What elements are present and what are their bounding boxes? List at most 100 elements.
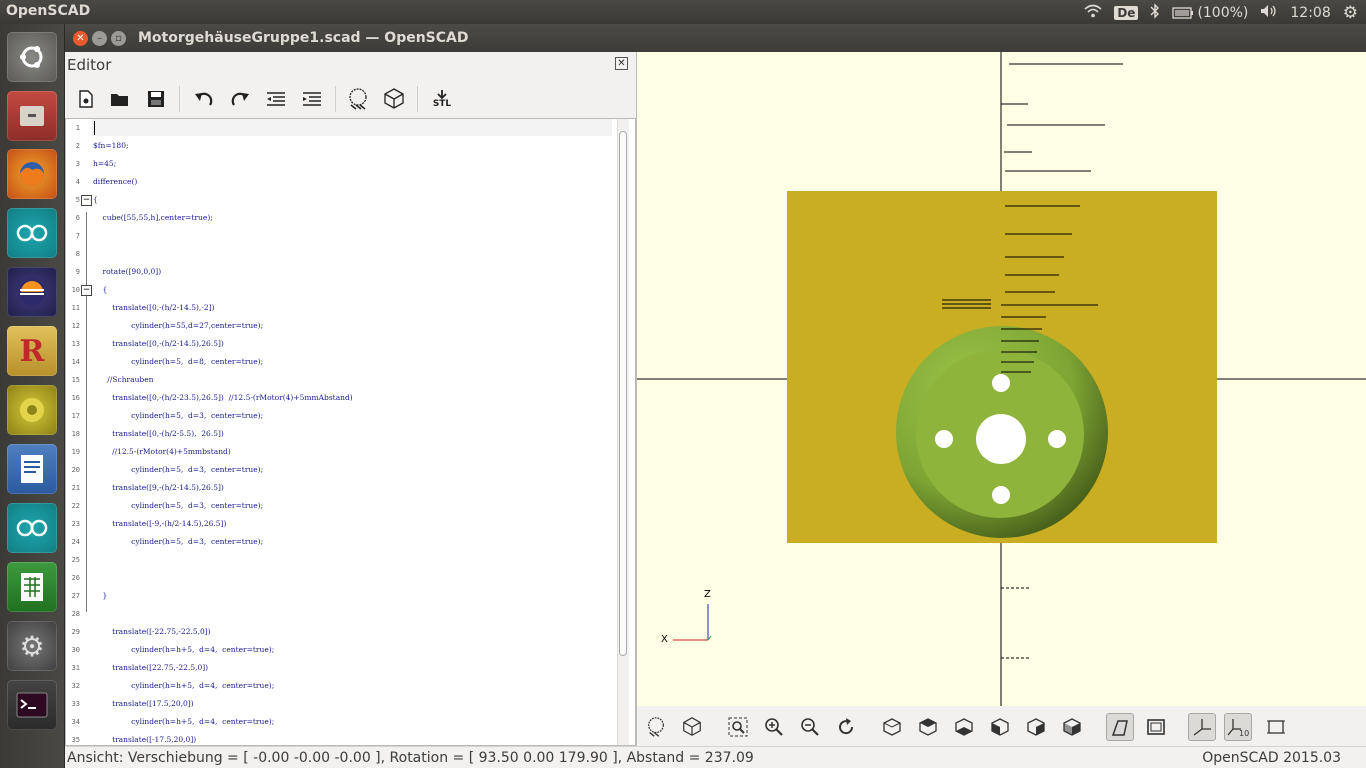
libreoffice-calc-icon[interactable] [7,562,57,612]
code-line: difference() [93,177,138,186]
code-line: //12.5-(rMotor(4)+5mmbstand) [93,447,231,456]
libreoffice-writer-icon[interactable] [7,444,57,494]
center-bore-hole [976,414,1026,464]
clock[interactable]: 12:08 [1290,5,1330,21]
show-scale-markers-icon[interactable]: 10 [1224,713,1252,741]
fold-toggle-line-10[interactable]: − [81,285,92,296]
line-number: 32 [71,682,80,690]
view-back-icon[interactable] [1058,713,1086,741]
keyboard-layout-indicator[interactable]: De [1114,6,1139,20]
view-all-icon[interactable] [724,713,752,741]
r-blocks-icon[interactable]: R [7,326,57,376]
battery-indicator[interactable]: (100%) [1172,5,1248,21]
code-line: cylinder(h=5, d=8, center=true); [93,357,264,366]
firefox-icon[interactable] [7,149,57,199]
render-icon[interactable] [381,86,407,112]
eclipse-icon[interactable] [7,267,57,317]
view-left-icon[interactable] [986,713,1014,741]
view-bottom-icon[interactable] [950,713,978,741]
show-edges-icon[interactable] [1262,713,1290,741]
zoom-in-icon[interactable] [760,713,788,741]
settings-gear-icon[interactable]: ⚙ [1343,3,1358,23]
line-number: 15 [71,376,80,384]
redo-icon[interactable] [227,86,253,112]
save-file-icon[interactable] [143,86,169,112]
text-caret [94,121,95,135]
screw-hole-right [1048,430,1066,448]
3d-viewport[interactable]: Z X [637,52,1366,706]
preview-icon[interactable] [642,713,670,741]
line-number: 9 [75,268,80,276]
window-title: MotorgehäuseGruppe1.scad — OpenSCAD [138,30,469,46]
code-line: cylinder(h=h+5, d=4, center=true); [93,717,275,726]
editor-toolbar: STL [65,78,636,118]
line-number: 28 [71,610,80,618]
maximize-window-button[interactable]: ▫ [111,31,126,46]
export-stl-button[interactable]: STL [427,86,457,112]
fold-toggle-line-5[interactable]: − [81,195,92,206]
line-number: 18 [71,430,80,438]
undo-icon[interactable] [191,86,217,112]
render-icon[interactable] [678,713,706,741]
axis-gizmo [673,604,712,641]
unindent-icon[interactable] [263,86,289,112]
code-line: translate([0,-(h/2-23.5),26.5]) //12.5-(… [93,393,353,402]
minimize-window-button[interactable]: – [92,31,107,46]
line-number: 35 [71,736,80,744]
view-toolbar: 10 [637,706,1366,746]
code-editor[interactable]: 1 2 3 4 5 6 7 8 9 10 11 12 13 14 15 16 17 18 19 20 21 22 23 24 2… [65,118,636,746]
reset-view-icon[interactable] [832,713,860,741]
toolbar-separator [417,86,418,112]
code-line: translate([22.75,-22.5,0]) [93,663,209,672]
open-file-icon[interactable] [107,86,133,112]
perspective-icon[interactable] [1106,713,1134,741]
new-file-icon[interactable] [73,86,99,112]
code-line: translate([0,-(h/2-14.5),26.5]) [93,339,224,348]
volume-icon[interactable] [1260,4,1278,22]
zoom-out-icon[interactable] [796,713,824,741]
wifi-icon[interactable] [1084,4,1102,22]
arduino-icon[interactable] [7,208,57,258]
code-line: rotate([90,0,0]) [93,267,162,276]
toolbar-separator [179,86,180,112]
close-window-button[interactable]: ✕ [73,31,88,46]
line-number: 4 [75,178,80,186]
line-number: 27 [71,592,80,600]
line-number: 11 [71,304,80,312]
view-top-icon[interactable] [914,713,942,741]
code-line: cylinder(h=5, d=3, center=true); [93,537,264,546]
show-axes-icon[interactable] [1188,713,1216,741]
unity-launcher: R ⚙ [0,24,65,768]
ubuntu-dash-icon[interactable] [7,32,57,82]
line-number: 22 [71,502,80,510]
code-line: translate([-17.5,20,0]) [93,735,197,744]
active-app-name: OpenSCAD [6,3,91,19]
orthogonal-icon[interactable] [1142,713,1170,741]
openscad-icon[interactable] [7,385,57,435]
editor-scrollbar-thumb[interactable] [619,131,627,656]
preview-icon[interactable] [345,86,371,112]
toolbar-separator [335,86,336,112]
bluetooth-icon[interactable] [1150,3,1160,23]
line-number: 29 [71,628,80,636]
line-number: 1 [75,124,80,132]
screw-hole-bottom [992,486,1010,504]
code-line: cylinder(h=5, d=3, center=true); [93,465,264,474]
view-right-icon[interactable] [878,713,906,741]
code-line: translate([9,-(h/2-14.5),26.5]) [93,483,224,492]
files-icon[interactable] [7,91,57,141]
system-top-panel: OpenSCAD De (100%) 12:08 ⚙ [0,0,1366,24]
code-line: cylinder(h=5, d=3, center=true); [93,411,264,420]
terminal-icon[interactable] [7,680,57,730]
indent-icon[interactable] [299,86,325,112]
line-number: 19 [71,448,80,456]
line-number: 20 [71,466,80,474]
close-editor-button[interactable]: ✕ [615,57,628,70]
line-number: 7 [75,232,80,240]
system-settings-icon[interactable]: ⚙ [7,621,57,671]
code-line: cylinder(h=5, d=3, center=true); [93,501,264,510]
view-front-icon[interactable] [1022,713,1050,741]
line-number: 33 [71,700,80,708]
arduino-icon-2[interactable] [7,503,57,553]
code-line: cube([55,55,h],center=true); [93,213,213,222]
